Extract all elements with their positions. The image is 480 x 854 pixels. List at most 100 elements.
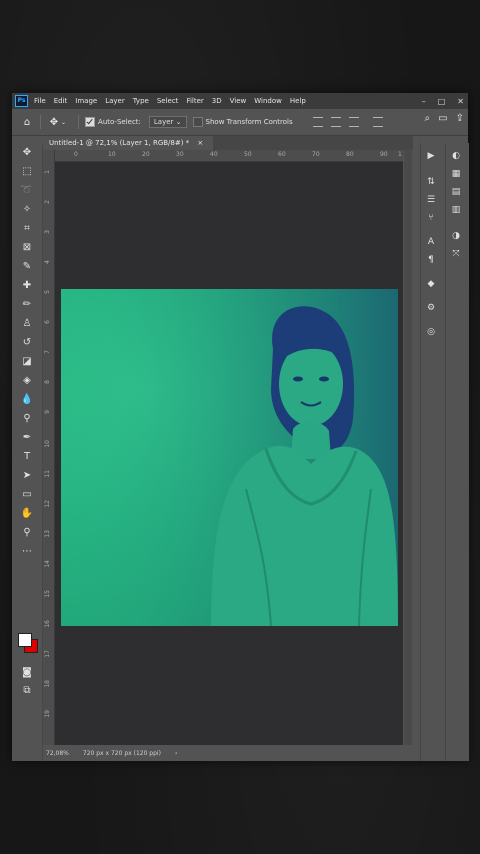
channels-icon[interactable]: ⚙ [421,299,441,317]
dodge-tool-icon[interactable]: ⚲ [12,409,42,428]
ruler-tick: 18 [44,680,51,688]
document-tab[interactable]: Untitled-1 @ 72,1% (Layer 1, RGB/8#) * × [43,136,214,150]
tools-panel: ✥ ⬚ ➰ ✧ ⌗ ⊠ ✎ ✚ ✏ ♙ ↺ ◪ ◈ 💧 ⚲ ✒ T ➤ ▭ ✋ … [12,143,43,761]
menu-3d[interactable]: 3D [212,97,222,105]
brush-tool-icon[interactable]: ✏ [12,295,42,314]
window-controls: – □ ✕ [422,93,464,109]
ruler-tick: 0 [74,151,78,158]
auto-select-dropdown[interactable]: Layer ⌄ [148,116,187,128]
ruler-tick: 50 [244,151,252,158]
path-selection-tool-icon[interactable]: ➤ [12,466,42,485]
minimize-button[interactable]: – [422,97,426,106]
options-bar: ⌂ ✥ ⌄ Auto-Select: Layer ⌄ Show Transfor… [12,109,468,136]
blur-tool-icon[interactable]: 💧 [12,390,42,409]
menu-filter[interactable]: Filter [186,97,203,105]
properties-icon[interactable]: ◑ [446,227,466,245]
paint-bucket-tool-icon[interactable]: ◈ [12,371,42,390]
layers-icon[interactable]: ◆ [421,275,441,293]
frame-tool-icon[interactable]: ⊠ [12,238,42,257]
menu-edit[interactable]: Edit [54,97,68,105]
ruler-tick: 1 [44,170,51,174]
gradients-icon[interactable]: ▤ [446,183,466,201]
crop-tool-icon[interactable]: ⌗ [12,219,42,238]
status-arrow-icon[interactable]: › [175,750,177,757]
auto-select-label: Auto-Select: [98,118,141,126]
workspace-icon[interactable]: ▭ [438,113,447,124]
canvas-image[interactable] [61,289,398,626]
menu-view[interactable]: View [230,97,247,105]
rectangle-tool-icon[interactable]: ▭ [12,485,42,504]
menu-layer[interactable]: Layer [105,97,125,105]
left-eye [293,376,303,382]
vertical-ruler: 1 2 3 4 5 6 7 8 9 10 11 12 13 14 15 16 1… [43,150,55,745]
move-icon[interactable]: ✥ [47,115,61,129]
quick-mask-icon[interactable]: ◙ [12,663,42,682]
eraser-tool-icon[interactable]: ◪ [12,352,42,371]
ruler-tick: 40 [210,151,218,158]
document-tab-title: Untitled-1 @ 72,1% (Layer 1, RGB/8#) * [49,139,190,147]
menu-image[interactable]: Image [75,97,97,105]
options-right: ⌕ ▭ ⇪ [425,113,464,124]
history-brush-tool-icon[interactable]: ↺ [12,333,42,352]
swatches-icon[interactable]: ▦ [446,165,466,183]
ruler-tick: 4 [44,260,51,264]
align-right-icon[interactable] [348,117,359,127]
play-icon[interactable]: ▶ [421,147,441,165]
eyedropper-tool-icon[interactable]: ✎ [12,257,42,276]
distribute-icon[interactable] [372,117,383,127]
ruler-tick: 10 [44,440,51,448]
menu-window[interactable]: Window [254,97,282,105]
move-tool-icon[interactable]: ✥ [12,143,42,162]
menu-select[interactable]: Select [157,97,179,105]
align-center-icon[interactable] [330,117,341,127]
close-button[interactable]: ✕ [457,97,464,106]
transform-icon[interactable]: ⤧ [446,245,466,263]
show-transform-label: Show Transform Controls [205,118,293,126]
zoom-tool-icon[interactable]: ⚲ [12,523,42,542]
paragraph-icon[interactable]: ¶ [421,251,441,269]
close-tab-icon[interactable]: × [197,139,203,147]
marquee-tool-icon[interactable]: ⬚ [12,162,42,181]
search-icon[interactable]: ⌕ [425,113,431,124]
zoom-level[interactable]: 72,08% [46,750,69,757]
ruler-tick: 70 [312,151,320,158]
paths-icon[interactable]: ◎ [421,323,441,341]
hand-tool-icon[interactable]: ✋ [12,504,42,523]
screen-mode-icon[interactable]: ⧉ [12,681,42,700]
show-transform-checkbox[interactable] [192,117,203,127]
menu-help[interactable]: Help [290,97,306,105]
magic-wand-tool-icon[interactable]: ✧ [12,200,42,219]
chevron-down-icon[interactable]: ⌄ [61,119,66,126]
home-icon[interactable]: ⌂ [20,115,34,129]
ruler-tick: 80 [346,151,354,158]
color-icon[interactable]: ◐ [446,147,466,165]
sliders-icon[interactable]: ☰ [421,191,441,209]
right-eye [319,376,329,382]
horizontal-ruler: 0 10 20 30 40 50 60 70 80 90 1 [55,150,403,162]
ruler-tick: 6 [44,320,51,324]
ruler-tick: 60 [278,151,286,158]
healing-brush-tool-icon[interactable]: ✚ [12,276,42,295]
align-left-icon[interactable] [312,117,323,127]
collapsed-panels-right: ◐ ▦ ▤ ▥ ◑ ⤧ [445,143,469,761]
character-icon[interactable]: A [421,233,441,251]
ruler-tick: 11 [44,470,51,478]
ruler-tick: 3 [44,230,51,234]
share-icon[interactable]: ⇪ [456,113,464,124]
foreground-color-swatch[interactable] [18,633,32,647]
adjustments-icon[interactable]: ⇅ [421,173,441,191]
ruler-tick: 19 [44,710,51,718]
lasso-tool-icon[interactable]: ➰ [12,181,42,200]
vertical-scrollbar[interactable] [404,150,412,745]
maximize-button[interactable]: □ [438,97,446,106]
pen-tool-icon[interactable]: ✒ [12,428,42,447]
menu-file[interactable]: File [34,97,46,105]
patterns-icon[interactable]: ▥ [446,201,466,219]
collapsed-panels-left: ▶ ⇅ ☰ ⑂ A ¶ ◆ ⚙ ◎ [420,143,441,761]
more-tools-icon[interactable]: ⋯ [12,542,42,561]
clone-stamp-tool-icon[interactable]: ♙ [12,314,42,333]
auto-select-checkbox[interactable] [85,117,96,127]
menu-type[interactable]: Type [133,97,149,105]
type-tool-icon[interactable]: T [12,447,42,466]
brush-settings-icon[interactable]: ⑂ [421,209,441,227]
